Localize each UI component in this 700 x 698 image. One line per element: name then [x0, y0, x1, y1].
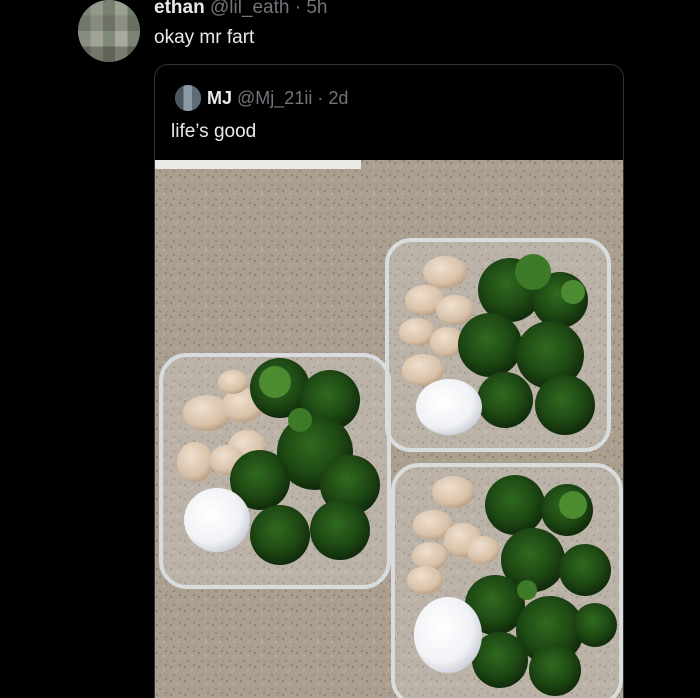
avatar[interactable]	[78, 0, 140, 62]
dot-separator: ·	[289, 0, 307, 18]
avatar-image	[78, 0, 140, 62]
quoted-avatar	[175, 85, 201, 111]
tweet-header: ethan @lil_eath · 5h	[154, 0, 328, 20]
meal-prep-photo-image	[155, 160, 623, 698]
container-1	[385, 238, 611, 452]
meal-prep-photo[interactable]	[155, 160, 623, 698]
quoted-author-handle-text: @Mj_21ii	[237, 88, 313, 108]
author-name[interactable]: ethan	[154, 0, 205, 18]
quoted-dot-separator: ·	[312, 88, 329, 108]
container-3	[391, 463, 623, 698]
timestamp[interactable]: 5h	[306, 0, 327, 18]
quoted-avatar-image	[175, 85, 201, 111]
tweet-screenshot: ethan @lil_eath · 5h okay mr fart MJ @Mj…	[0, 0, 700, 698]
quoted-author-name: MJ	[207, 88, 233, 108]
quoted-tweet[interactable]: MJ @Mj_21ii · 2d life’s good	[154, 64, 624, 698]
quoted-tweet-header: MJ @Mj_21ii · 2d	[207, 86, 348, 110]
quoted-author-handle: @Mj_21ii	[237, 88, 312, 108]
quoted-timestamp: 2d	[328, 88, 349, 108]
author-handle[interactable]: @lil_eath	[210, 0, 290, 18]
quoted-tweet-text: life’s good	[171, 121, 257, 142]
container-2	[159, 353, 391, 589]
author-handle-text: @lil_eath	[209, 0, 290, 18]
tweet-text: okay mr fart	[154, 27, 255, 48]
